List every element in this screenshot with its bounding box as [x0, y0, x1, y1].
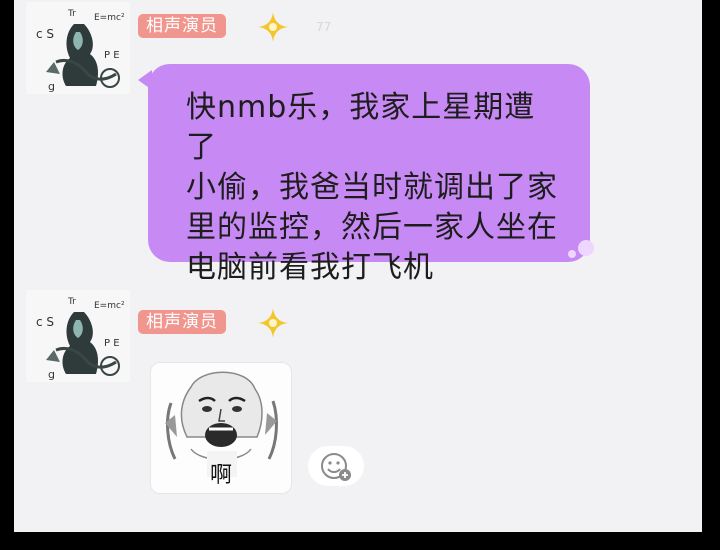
sticker-caption: 啊	[209, 463, 232, 488]
sender-badge[interactable]: 相声演员	[138, 310, 226, 334]
svg-text:g: g	[48, 80, 55, 93]
star-icon	[256, 10, 290, 44]
svg-text:E=mc²: E=mc²	[94, 13, 125, 23]
svg-text:c S: c S	[36, 315, 54, 329]
emoji-icon	[321, 453, 351, 481]
chat-message: c S Tr E=mc² P E g 相声演员 啊	[14, 288, 702, 518]
sender-badge[interactable]: 相声演员	[138, 14, 226, 38]
emoji-reaction-button[interactable]	[308, 446, 364, 486]
svg-text:g: g	[48, 368, 55, 381]
svg-text:E=mc²: E=mc²	[94, 301, 125, 311]
message-bubble[interactable]: 快nmb乐，我家上星期遭了 小偷，我爸当时就调出了家 里的监控，然后一家人坐在 …	[148, 64, 590, 285]
star-icon	[256, 306, 290, 340]
svg-text:P E: P E	[104, 338, 120, 349]
svg-text:P E: P E	[104, 50, 120, 61]
avatar[interactable]: c S Tr E=mc² P E g	[26, 290, 130, 382]
sticker-image[interactable]: 啊	[150, 362, 292, 494]
bubble-decoration	[562, 236, 596, 262]
chat-screen: c S Tr E=mc² P E g 相声演员 77 快nmb乐，我家上星期遭了…	[14, 0, 702, 532]
avatar[interactable]: c S Tr E=mc² P E g	[26, 2, 130, 94]
svg-text:c S: c S	[36, 27, 54, 41]
svg-text:Tr: Tr	[67, 297, 76, 307]
svg-text:Tr: Tr	[67, 9, 76, 19]
faint-mark: 77	[316, 20, 332, 34]
chat-message: c S Tr E=mc² P E g 相声演员 77 快nmb乐，我家上星期遭了…	[14, 0, 702, 285]
